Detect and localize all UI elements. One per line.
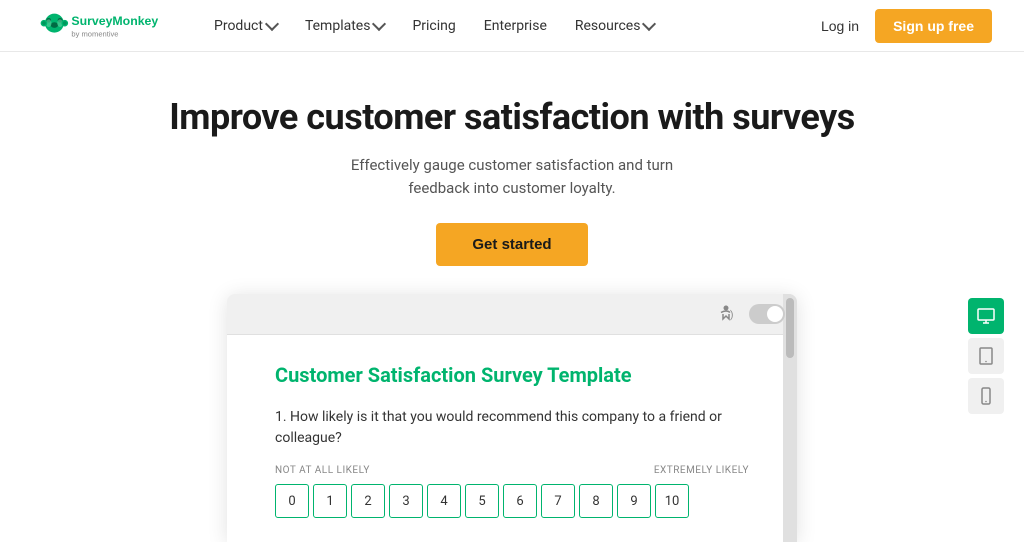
- rating-numbers: 012345678910: [275, 484, 749, 518]
- product-chevron-icon: [265, 17, 279, 31]
- nav-enterprise-label: Enterprise: [484, 18, 547, 34]
- desktop-view-button[interactable]: [968, 298, 1004, 334]
- scrollbar-thumb: [786, 298, 794, 358]
- nav-product[interactable]: Product: [202, 10, 289, 42]
- nav-pricing[interactable]: Pricing: [400, 10, 467, 42]
- rating-box-5[interactable]: 5: [465, 484, 499, 518]
- svg-text:): ): [730, 309, 733, 321]
- nav-links: Product Templates Pricing Enterprise Res…: [202, 10, 821, 42]
- survey-content: Customer Satisfaction Survey Template 1.…: [227, 334, 797, 542]
- survey-toolbar: ): [227, 294, 797, 334]
- nav-templates-label: Templates: [305, 18, 371, 34]
- rating-box-0[interactable]: 0: [275, 484, 309, 518]
- hero-heading: Improve customer satisfaction with surve…: [20, 96, 1004, 138]
- preview-area: ) Customer Satisfaction Survey Template …: [0, 294, 1024, 542]
- main-nav: SurveyMonkey by momentive Product Templa…: [0, 0, 1024, 52]
- hero-subtext: Effectively gauge customer satisfaction …: [322, 154, 702, 199]
- device-toggle-group: [968, 298, 1004, 414]
- signup-button[interactable]: Sign up free: [875, 9, 992, 43]
- rating-container: NOT AT ALL LIKELY EXTREMELY LIKELY 01234…: [275, 465, 749, 518]
- nav-resources[interactable]: Resources: [563, 10, 667, 42]
- hero-section: Improve customer satisfaction with surve…: [0, 52, 1024, 294]
- survey-question: 1. How likely is it that you would recom…: [275, 407, 749, 449]
- rating-box-10[interactable]: 10: [655, 484, 689, 518]
- nav-right: Log in Sign up free: [821, 9, 992, 43]
- survey-title: Customer Satisfaction Survey Template: [275, 363, 749, 387]
- templates-chevron-icon: [372, 17, 386, 31]
- accessibility-icon: ): [717, 302, 741, 326]
- rating-box-1[interactable]: 1: [313, 484, 347, 518]
- mobile-view-button[interactable]: [968, 378, 1004, 414]
- scrollbar[interactable]: [783, 294, 797, 542]
- rating-box-2[interactable]: 2: [351, 484, 385, 518]
- nav-product-label: Product: [214, 18, 263, 34]
- rating-labels: NOT AT ALL LIKELY EXTREMELY LIKELY: [275, 465, 749, 476]
- rating-box-3[interactable]: 3: [389, 484, 423, 518]
- nav-templates[interactable]: Templates: [293, 10, 397, 42]
- login-button[interactable]: Log in: [821, 18, 859, 34]
- resources-chevron-icon: [642, 17, 656, 31]
- survey-window: ) Customer Satisfaction Survey Template …: [227, 294, 797, 542]
- nav-resources-label: Resources: [575, 18, 641, 34]
- rating-label-low: NOT AT ALL LIKELY: [275, 465, 370, 476]
- svg-text:by momentive: by momentive: [71, 29, 118, 38]
- tablet-view-button[interactable]: [968, 338, 1004, 374]
- rating-box-6[interactable]: 6: [503, 484, 537, 518]
- rating-box-4[interactable]: 4: [427, 484, 461, 518]
- rating-box-8[interactable]: 8: [579, 484, 613, 518]
- rating-box-7[interactable]: 7: [541, 484, 575, 518]
- nav-pricing-label: Pricing: [412, 18, 455, 34]
- nav-enterprise[interactable]: Enterprise: [472, 10, 559, 42]
- rating-box-9[interactable]: 9: [617, 484, 651, 518]
- toggle-switch[interactable]: [749, 304, 785, 324]
- svg-text:SurveyMonkey: SurveyMonkey: [71, 14, 158, 28]
- rating-label-high: EXTREMELY LIKELY: [654, 465, 749, 476]
- logo[interactable]: SurveyMonkey by momentive: [32, 8, 162, 44]
- get-started-button[interactable]: Get started: [436, 223, 587, 266]
